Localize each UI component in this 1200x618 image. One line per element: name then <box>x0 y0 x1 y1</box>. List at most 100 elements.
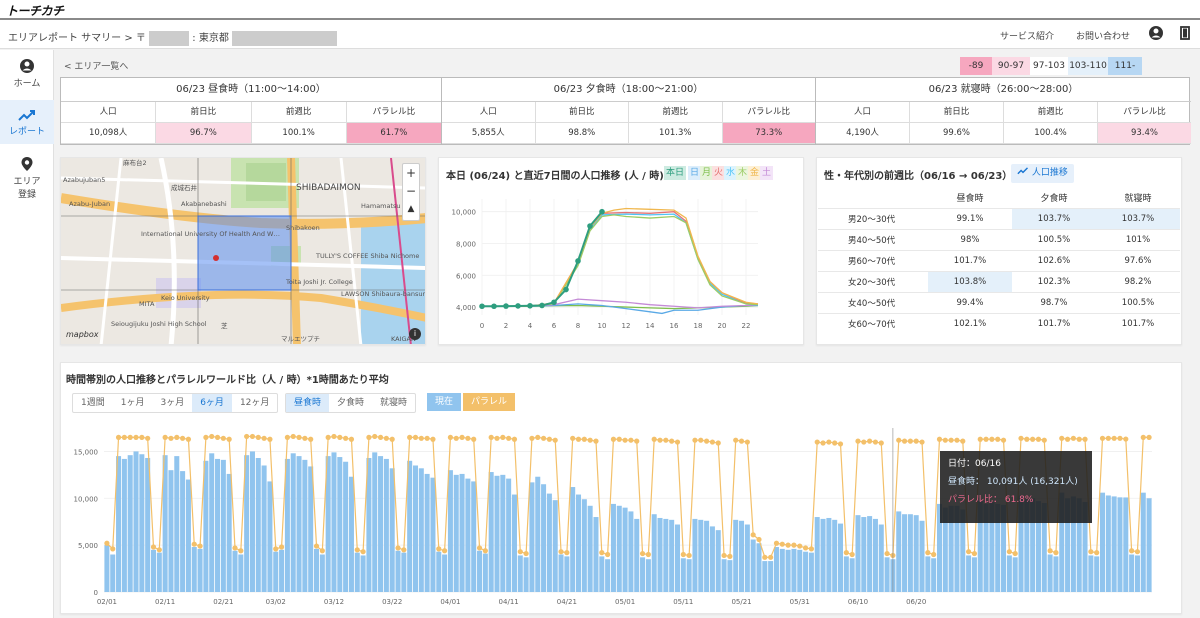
parallel-point[interactable] <box>511 436 518 442</box>
parallel-point[interactable] <box>523 550 529 557</box>
parallel-point[interactable] <box>389 436 395 442</box>
parallel-point[interactable] <box>1041 437 1047 443</box>
bar[interactable] <box>797 549 803 592</box>
parallel-point[interactable] <box>447 434 454 440</box>
bar[interactable] <box>832 519 838 592</box>
parallel-point[interactable] <box>430 436 436 442</box>
parallel-point[interactable] <box>459 434 465 440</box>
parallel-series-toggle[interactable]: パラレル <box>463 393 516 411</box>
parallel-point[interactable] <box>145 435 151 441</box>
bar[interactable] <box>645 559 651 592</box>
parallel-point[interactable] <box>319 548 325 554</box>
parallel-point[interactable] <box>1111 435 1117 441</box>
parallel-point[interactable] <box>360 549 366 555</box>
parallel-point[interactable] <box>837 441 844 447</box>
parallel-point[interactable] <box>104 540 110 546</box>
parallel-point[interactable] <box>936 436 943 442</box>
parallel-point[interactable] <box>156 547 162 553</box>
bar[interactable] <box>273 551 279 592</box>
parallel-point[interactable] <box>733 437 739 443</box>
bar[interactable] <box>843 556 849 592</box>
bar[interactable] <box>651 514 657 592</box>
parallel-point[interactable] <box>802 545 809 551</box>
parallel-point[interactable] <box>616 436 622 442</box>
bar[interactable] <box>500 474 506 592</box>
parallel-point[interactable] <box>1006 549 1012 555</box>
bar[interactable] <box>838 523 844 592</box>
parallel-point[interactable] <box>628 437 634 443</box>
parallel-point[interactable] <box>715 440 721 446</box>
bar[interactable] <box>436 551 442 592</box>
parallel-point[interactable] <box>575 436 582 442</box>
bar[interactable] <box>133 451 139 592</box>
parallel-point[interactable] <box>663 437 669 443</box>
bar[interactable] <box>779 548 785 592</box>
parallel-point[interactable] <box>680 551 686 558</box>
bar[interactable] <box>605 559 611 592</box>
bar[interactable] <box>494 475 500 592</box>
bar[interactable] <box>1047 554 1053 592</box>
bar[interactable] <box>220 459 226 592</box>
service-link[interactable]: サービス紹介 <box>1000 29 1054 42</box>
parallel-point[interactable] <box>377 434 384 440</box>
sidebar-item-area-register[interactable]: エリア 登録 <box>0 156 54 204</box>
parallel-point[interactable] <box>337 434 343 440</box>
parallel-point[interactable] <box>1099 435 1106 441</box>
parallel-point[interactable] <box>919 439 925 445</box>
bar[interactable] <box>378 456 384 592</box>
bar[interactable] <box>855 515 861 592</box>
bar[interactable] <box>762 561 768 592</box>
parallel-point[interactable] <box>750 532 756 538</box>
parallel-point[interactable] <box>296 434 302 440</box>
breadcrumb-label[interactable]: エリアレポート サマリー > 〒 <box>8 33 146 44</box>
parallel-point[interactable] <box>121 434 127 440</box>
parallel-point[interactable] <box>412 434 419 440</box>
bar[interactable] <box>558 554 564 592</box>
bar[interactable] <box>744 524 750 592</box>
bar[interactable] <box>471 481 477 592</box>
bar[interactable] <box>616 505 622 592</box>
parallel-point[interactable] <box>1059 435 1065 441</box>
bar[interactable] <box>523 557 529 592</box>
parallel-point[interactable] <box>529 435 535 441</box>
parallel-point[interactable] <box>1070 435 1076 441</box>
zoom-in-button[interactable]: + <box>403 164 419 182</box>
bar[interactable] <box>878 524 884 592</box>
parallel-point[interactable] <box>1024 436 1030 442</box>
bar[interactable] <box>1129 554 1135 592</box>
parallel-point[interactable] <box>127 434 133 440</box>
bar[interactable] <box>395 550 401 592</box>
bar[interactable] <box>348 476 354 592</box>
bar[interactable] <box>570 487 576 592</box>
period-tab[interactable]: 1週間 <box>73 394 113 412</box>
zoom-out-button[interactable]: − <box>403 182 419 200</box>
bar[interactable] <box>884 557 890 592</box>
parallel-point[interactable] <box>139 434 145 440</box>
bar[interactable] <box>412 465 418 592</box>
parallel-point[interactable] <box>797 543 803 549</box>
parallel-point[interactable] <box>971 550 978 557</box>
bar[interactable] <box>692 518 698 592</box>
parallel-point[interactable] <box>622 437 628 443</box>
parallel-point[interactable] <box>843 550 849 556</box>
parallel-point[interactable] <box>826 439 832 445</box>
parallel-point[interactable] <box>249 433 256 440</box>
mapbox-logo[interactable]: mapbox <box>66 330 98 339</box>
period-tab[interactable]: 6ヶ月 <box>192 394 232 412</box>
parallel-point[interactable] <box>1088 549 1094 555</box>
bar[interactable] <box>622 507 628 592</box>
parallel-point[interactable] <box>913 438 919 444</box>
bar[interactable] <box>1111 496 1117 592</box>
parallel-point[interactable] <box>704 438 710 444</box>
bar[interactable] <box>104 545 110 592</box>
logout-icon[interactable] <box>1177 25 1193 41</box>
parallel-point[interactable] <box>244 433 250 440</box>
parallel-point[interactable] <box>727 553 733 559</box>
bar[interactable] <box>215 458 221 592</box>
period-tab[interactable]: 3ヶ月 <box>152 394 192 412</box>
bar[interactable] <box>308 466 314 592</box>
parallel-point[interactable] <box>442 548 448 554</box>
sidebar-item-report[interactable]: レポート <box>0 100 54 144</box>
parallel-point[interactable] <box>191 541 197 547</box>
bar[interactable] <box>546 493 552 592</box>
